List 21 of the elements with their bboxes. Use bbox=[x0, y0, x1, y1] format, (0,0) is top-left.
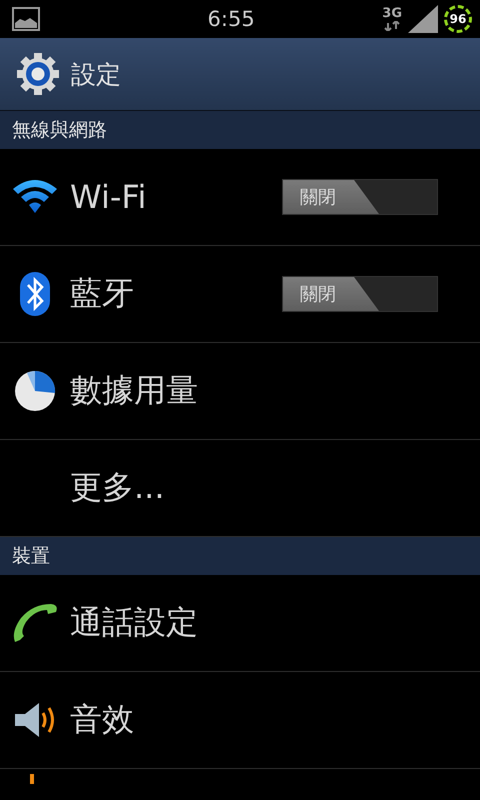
clock: 6:55 bbox=[206, 7, 256, 31]
battery-indicator: 96 bbox=[444, 5, 472, 33]
settings-item[interactable]: 藍牙 關閉 bbox=[0, 246, 480, 343]
settings-icon bbox=[17, 53, 59, 95]
settings-item[interactable]: Wi-Fi 關閉 bbox=[0, 149, 480, 246]
picture-notification-icon bbox=[12, 7, 40, 31]
network-type: 3G bbox=[382, 7, 402, 21]
pie-chart-icon bbox=[14, 370, 56, 412]
signal-icon bbox=[408, 5, 438, 33]
data-arrows-icon bbox=[384, 21, 400, 31]
speaker-icon bbox=[13, 702, 57, 738]
phone-icon bbox=[11, 602, 59, 644]
settings-item[interactable]: 通話設定 bbox=[0, 575, 480, 672]
settings-item[interactable]: 數據用量 bbox=[0, 343, 480, 440]
toggle-switch[interactable]: 關閉 bbox=[282, 179, 438, 215]
screen-title: 設定 bbox=[71, 58, 121, 90]
bluetooth-icon bbox=[19, 271, 51, 317]
section-header: 裝置 bbox=[0, 537, 480, 575]
settings-item[interactable]: 音效 bbox=[0, 672, 480, 769]
toggle-switch[interactable]: 關閉 bbox=[282, 276, 438, 312]
section-header: 無線與網路 bbox=[0, 111, 480, 149]
